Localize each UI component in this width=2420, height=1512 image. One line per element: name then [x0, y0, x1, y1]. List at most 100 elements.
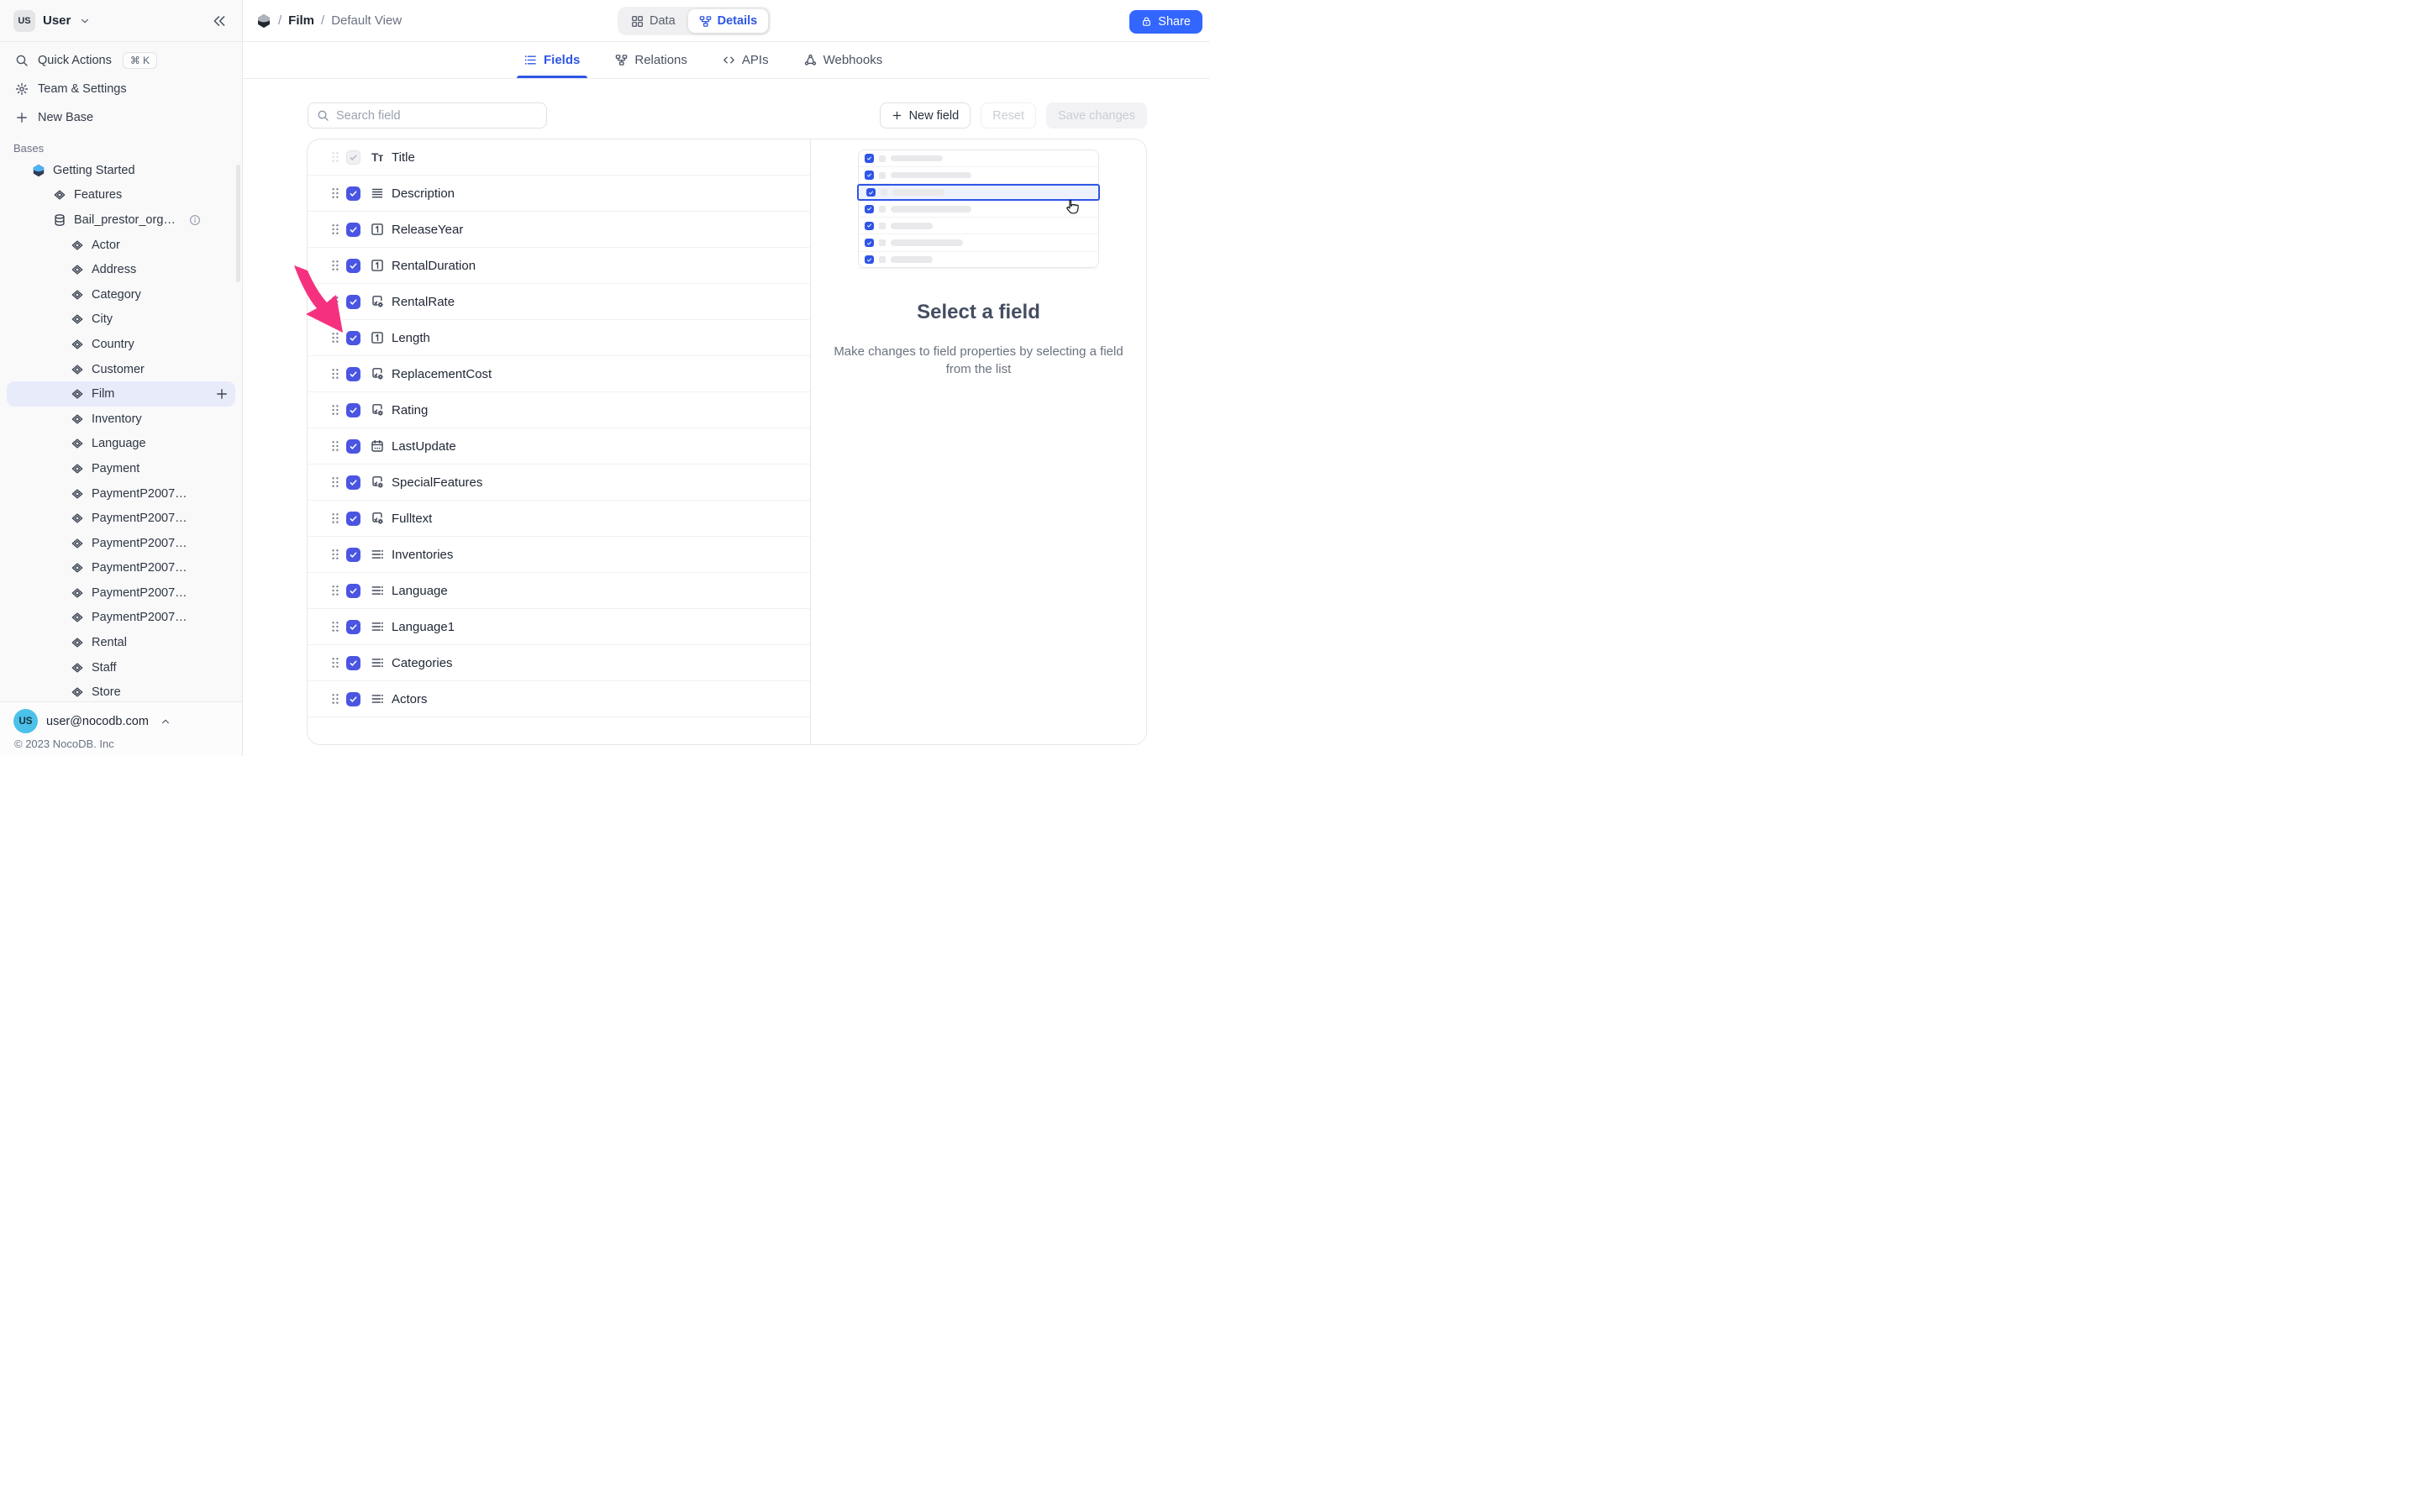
field-row-rating[interactable]: Rating [308, 392, 810, 428]
sidebar-item-features[interactable]: Features [7, 183, 235, 208]
sidebar-item-city[interactable]: City [7, 307, 235, 333]
sidebar-item-staff[interactable]: Staff [7, 655, 235, 680]
mini-text-bar [891, 206, 971, 213]
drag-handle[interactable] [331, 621, 339, 633]
field-row-language1[interactable]: Language1 [308, 609, 810, 645]
drag-handle[interactable] [331, 440, 339, 452]
topbar: / Film / Default View Data Details Share [243, 0, 1210, 42]
details-view-segment[interactable]: Details [688, 9, 769, 33]
drag-handle[interactable] [331, 476, 339, 488]
field-row-language[interactable]: Language [308, 573, 810, 609]
field-row-specialfeatures[interactable]: SpecialFeatures [308, 465, 810, 501]
field-row-categories[interactable]: Categories [308, 645, 810, 681]
tab-relations[interactable]: Relations [615, 42, 687, 78]
tab-apis[interactable]: APIs [723, 42, 769, 78]
sidebar-item-paymentp2007[interactable]: PaymentP2007… [7, 580, 235, 606]
team-settings-item[interactable]: Team & Settings [7, 75, 235, 103]
field-visibility-checkbox[interactable] [346, 548, 360, 562]
sidebar-scrollbar[interactable] [236, 165, 240, 282]
search-input[interactable] [336, 109, 538, 123]
drag-handle[interactable] [331, 187, 339, 199]
sidebar-item-paymentp2007[interactable]: PaymentP2007… [7, 506, 235, 531]
field-visibility-checkbox[interactable] [346, 620, 360, 634]
field-visibility-checkbox[interactable] [346, 656, 360, 670]
sidebar-item-paymentp2007[interactable]: PaymentP2007… [7, 531, 235, 556]
tab-webhooks[interactable]: Webhooks [804, 42, 883, 78]
field-row-rentalrate[interactable]: RentalRate [308, 284, 810, 320]
field-row-title[interactable]: TᴛTitle [308, 139, 810, 176]
sidebar-item-paymentp2007[interactable]: PaymentP2007… [7, 606, 235, 631]
table-icon [71, 462, 84, 475]
field-visibility-checkbox[interactable] [346, 295, 360, 309]
drag-handle[interactable] [331, 151, 339, 163]
field-visibility-checkbox[interactable] [346, 403, 360, 417]
field-visibility-checkbox[interactable] [346, 223, 360, 237]
field-row-length[interactable]: Length [308, 320, 810, 356]
grid-icon [631, 15, 644, 28]
share-button[interactable]: Share [1129, 10, 1202, 34]
field-row-releaseyear[interactable]: ReleaseYear [308, 212, 810, 248]
reset-button[interactable]: Reset [981, 102, 1036, 129]
add-view-button[interactable] [215, 387, 229, 401]
sidebar-item-paymentp2007[interactable]: PaymentP2007… [7, 481, 235, 507]
sidebar-item-inventory[interactable]: Inventory [7, 407, 235, 432]
sidebar-item-country[interactable]: Country [7, 332, 235, 357]
sidebar-item-label: City [92, 312, 113, 326]
field-row-inventories[interactable]: Inventories [308, 537, 810, 573]
field-visibility-checkbox[interactable] [346, 512, 360, 526]
new-base-item[interactable]: New Base [7, 103, 235, 132]
breadcrumb-view[interactable]: Default View [331, 13, 402, 28]
field-row-replacementcost[interactable]: ReplacementCost [308, 356, 810, 392]
info-icon[interactable] [189, 214, 201, 226]
drag-handle[interactable] [331, 585, 339, 596]
field-row-lastupdate[interactable]: LastUpdate [308, 428, 810, 465]
drag-handle[interactable] [331, 332, 339, 344]
sidebar-item-rental[interactable]: Rental [7, 630, 235, 655]
sidebar-item-customer[interactable]: Customer [7, 357, 235, 382]
field-visibility-checkbox[interactable] [346, 367, 360, 381]
drag-handle[interactable] [331, 693, 339, 705]
drag-handle[interactable] [331, 368, 339, 380]
field-row-actors[interactable]: Actors [308, 681, 810, 717]
tab-fields[interactable]: Fields [524, 42, 580, 78]
drag-handle[interactable] [331, 296, 339, 307]
drag-handle[interactable] [331, 260, 339, 271]
sidebar-item-payment[interactable]: Payment [7, 456, 235, 481]
mini-text-bar [891, 256, 933, 263]
sidebar-item-bail-prestor-org[interactable]: Bail_prestor_org… [7, 207, 235, 233]
field-visibility-checkbox[interactable] [346, 186, 360, 201]
collapse-sidebar-button[interactable] [212, 13, 227, 29]
user-account-menu[interactable]: US user@nocodb.com [13, 709, 229, 733]
workspace-menu[interactable]: US User [13, 10, 90, 32]
field-visibility-checkbox[interactable] [346, 584, 360, 598]
drag-handle[interactable] [331, 404, 339, 416]
drag-handle[interactable] [331, 512, 339, 524]
drag-handle[interactable] [331, 549, 339, 560]
field-visibility-checkbox[interactable] [346, 475, 360, 490]
fields-panel: TᴛTitleDescriptionReleaseYearRentalDurat… [307, 139, 1147, 745]
save-changes-button[interactable]: Save changes [1046, 102, 1147, 129]
sidebar-item-actor[interactable]: Actor [7, 233, 235, 258]
field-row-description[interactable]: Description [308, 176, 810, 212]
breadcrumb-table[interactable]: Film [288, 13, 314, 28]
field-visibility-checkbox[interactable] [346, 259, 360, 273]
field-visibility-checkbox[interactable] [346, 331, 360, 345]
sidebar-item-getting-started[interactable]: Getting Started [7, 158, 235, 183]
new-field-button[interactable]: New field [880, 102, 971, 129]
sidebar-item-store[interactable]: Store [7, 680, 235, 701]
sidebar-item-category[interactable]: Category [7, 282, 235, 307]
drag-handle[interactable] [331, 223, 339, 235]
sidebar-item-paymentp2007[interactable]: PaymentP2007… [7, 556, 235, 581]
field-visibility-checkbox[interactable] [346, 439, 360, 454]
field-visibility-checkbox[interactable] [346, 692, 360, 706]
field-row-fulltext[interactable]: Fulltext [308, 501, 810, 537]
field-search[interactable] [308, 102, 547, 129]
drag-handle[interactable] [331, 657, 339, 669]
quick-actions-item[interactable]: Quick Actions ⌘ K [7, 46, 235, 75]
sidebar-item-film[interactable]: Film [7, 381, 235, 407]
sidebar-item-address[interactable]: Address [7, 257, 235, 282]
mini-square [879, 223, 886, 229]
field-row-rentalduration[interactable]: RentalDuration [308, 248, 810, 284]
sidebar-item-language[interactable]: Language [7, 432, 235, 457]
data-view-segment[interactable]: Data [620, 9, 687, 33]
